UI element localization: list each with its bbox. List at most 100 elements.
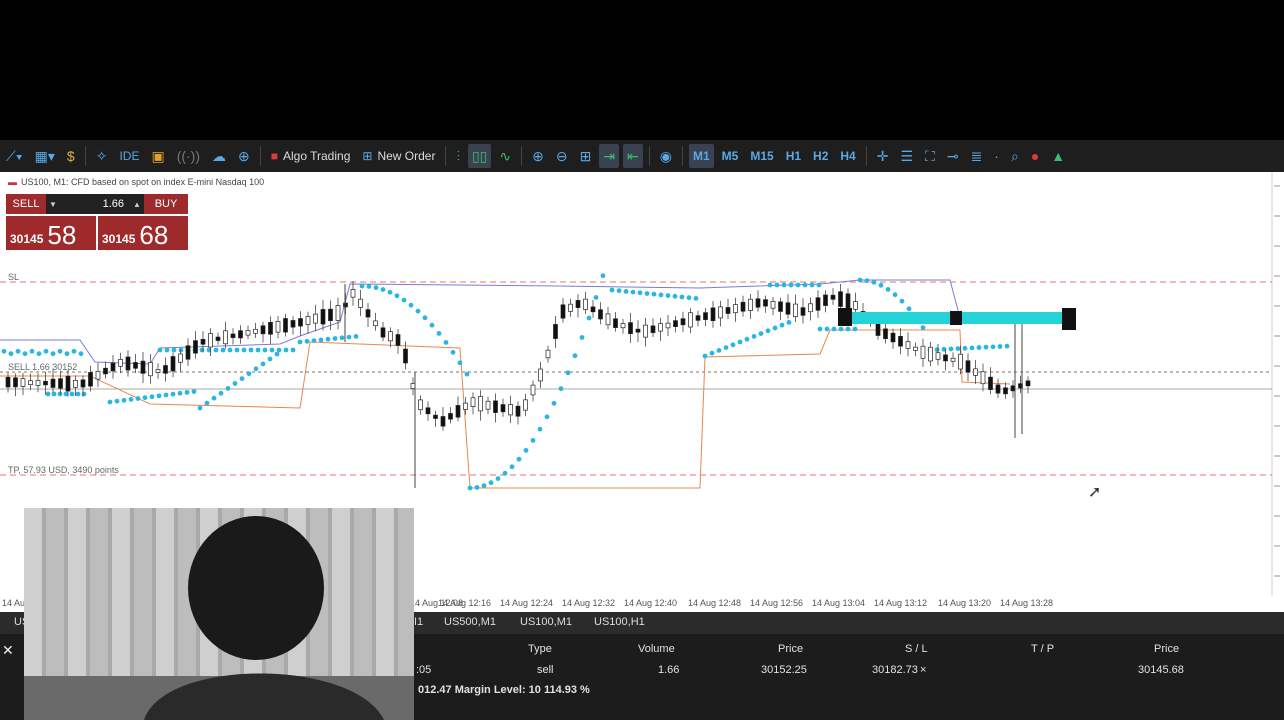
autoscroll-icon[interactable]: ⇥ xyxy=(599,144,620,168)
candle-body xyxy=(470,397,476,408)
candle-body xyxy=(883,328,888,339)
sar-dot xyxy=(297,339,303,345)
tab-us100-m1[interactable]: US100,M1 xyxy=(520,616,572,628)
ide-button[interactable]: IDE xyxy=(115,144,143,168)
ask-price[interactable]: 30145 68 xyxy=(98,216,188,250)
sar-dot xyxy=(885,287,891,292)
candle-chart-icon[interactable]: ▯▯ xyxy=(467,144,492,168)
sar-dot xyxy=(502,470,508,476)
sar-dot xyxy=(864,278,870,283)
bar-chart-icon[interactable]: ⫶ xyxy=(452,144,464,168)
sar-dot xyxy=(64,351,70,357)
candle-body xyxy=(193,340,198,354)
candle-body xyxy=(73,380,78,388)
sar-dot xyxy=(579,335,585,340)
sar-dot xyxy=(69,391,75,397)
candle-body xyxy=(598,309,603,320)
fibo-icon[interactable]: ≣ xyxy=(967,144,987,168)
tab-us100-h1[interactable]: US100,H1 xyxy=(594,616,645,628)
line-graph-icon[interactable]: ∿ xyxy=(495,144,515,168)
sar-dot xyxy=(290,347,296,353)
lot-decrease-icon[interactable]: ▼ xyxy=(46,200,60,209)
tab-us500-m1[interactable]: US500,M1 xyxy=(444,616,496,628)
sar-dot xyxy=(184,389,190,395)
candle-body xyxy=(80,379,86,388)
dot-icon[interactable]: · xyxy=(990,144,1003,168)
sar-dot xyxy=(481,483,487,489)
candle-body xyxy=(748,298,753,311)
candle-body xyxy=(28,380,33,386)
sar-dot xyxy=(693,296,699,301)
tf-m1[interactable]: M1 xyxy=(689,144,714,168)
new-order-button[interactable]: ⊞ New Order xyxy=(358,144,439,168)
globe-icon[interactable]: ⊕ xyxy=(234,144,254,168)
sar-dot xyxy=(824,326,830,332)
candle-body xyxy=(635,328,641,333)
candle-body xyxy=(238,330,243,339)
bag-icon[interactable]: ▣ xyxy=(147,144,168,168)
grid-icon[interactable]: ⊞ xyxy=(576,144,596,168)
rectangle-icon[interactable]: ⛶ xyxy=(921,144,939,168)
sar-dot xyxy=(906,306,912,312)
lot-increase-icon[interactable]: ▲ xyxy=(130,200,144,209)
sar-dot xyxy=(57,391,63,397)
sar-dot xyxy=(558,386,564,392)
cell-sl: 30182.73 xyxy=(872,664,918,676)
hline-icon[interactable]: ⊸ xyxy=(943,144,963,168)
candle-body xyxy=(313,313,318,324)
candle-body xyxy=(703,312,708,320)
sar-dot xyxy=(586,315,592,321)
tf-h4[interactable]: H4 xyxy=(836,144,859,168)
candle-body xyxy=(440,416,446,427)
zoom-in-icon[interactable]: ⊕ xyxy=(528,144,548,168)
bid-price[interactable]: 30145 58 xyxy=(6,216,96,250)
sar-dot xyxy=(71,348,77,354)
zoom-out-icon[interactable]: ⊖ xyxy=(552,144,572,168)
camera-icon[interactable]: ◉ xyxy=(656,144,676,168)
candle-body xyxy=(358,298,363,308)
sar-dot xyxy=(450,349,456,355)
bid-small: 30145 xyxy=(10,232,44,246)
notification-icon[interactable]: ● xyxy=(1027,144,1043,168)
signal-icon[interactable]: ((·)) xyxy=(173,144,204,168)
buy-button[interactable]: BUY xyxy=(144,194,188,214)
signal-bars-icon[interactable]: ▲ xyxy=(1047,144,1069,168)
dollar-icon[interactable]: $ xyxy=(63,144,79,168)
algo-trading-button[interactable]: ■ Algo Trading xyxy=(267,144,355,168)
crosshair-icon[interactable]: ✛ xyxy=(873,144,893,168)
sell-button[interactable]: SELL xyxy=(6,194,46,214)
tf-h1[interactable]: H1 xyxy=(782,144,805,168)
tf-label: M1 xyxy=(693,149,710,163)
lot-input[interactable]: ▼ 1.66 ▲ xyxy=(46,194,144,214)
sar-dot xyxy=(774,282,780,288)
tf-m15[interactable]: M15 xyxy=(746,144,777,168)
sar-dot xyxy=(730,342,736,348)
chart-shift-icon[interactable]: ⇤ xyxy=(623,144,643,168)
candle-body xyxy=(95,370,101,380)
cloud-icon[interactable]: ☁ xyxy=(208,144,230,168)
line-chart-icon[interactable]: ⟋▾ xyxy=(2,144,27,168)
tab-partial[interactable]: I1 xyxy=(414,616,423,628)
sl-remove-icon[interactable]: × xyxy=(920,664,926,676)
candle-body xyxy=(448,413,453,420)
flag-icon: ▬ xyxy=(8,177,17,187)
candle-body xyxy=(710,307,716,322)
sar-dot xyxy=(467,485,473,491)
sar-dot xyxy=(170,391,176,397)
tf-label: H4 xyxy=(840,149,856,163)
search-icon[interactable]: ⌕ xyxy=(1007,144,1023,168)
candle-body xyxy=(103,367,108,375)
candle-body xyxy=(5,376,11,388)
lines-icon[interactable]: ☰ xyxy=(896,144,917,168)
sar-dot xyxy=(962,345,968,351)
candle-body xyxy=(148,362,153,377)
tf-m5[interactable]: M5 xyxy=(718,144,743,168)
chart-type-icon[interactable]: ▦▾ xyxy=(31,144,59,168)
navigator-icon[interactable]: ✧ xyxy=(92,144,112,168)
candle-body xyxy=(643,324,648,338)
close-icon[interactable]: ✕ xyxy=(2,642,14,659)
sar-dot xyxy=(616,288,622,294)
sar-dot xyxy=(171,347,177,353)
candle-body xyxy=(230,333,236,338)
tf-h2[interactable]: H2 xyxy=(809,144,832,168)
